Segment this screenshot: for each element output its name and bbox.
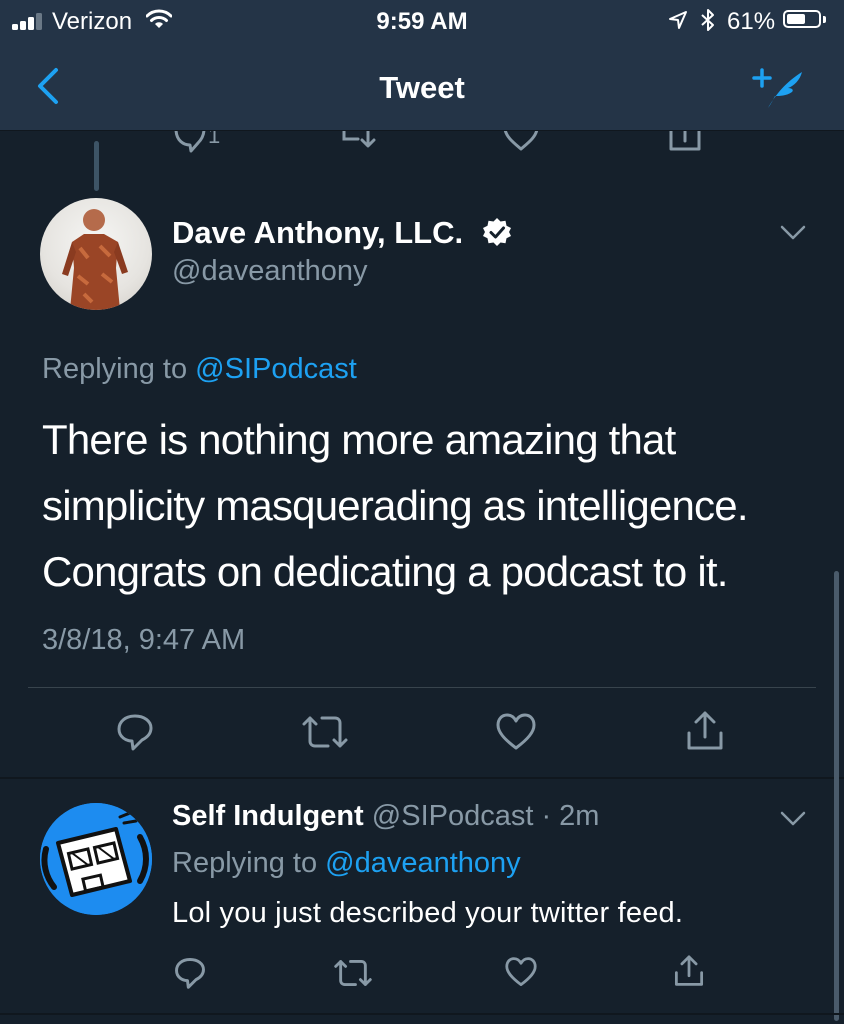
heart-icon [505,957,537,987]
page-title: Tweet [379,70,465,105]
chevron-down-icon [780,811,806,826]
reply-replying-to-line: Replying to @daveanthony [172,847,521,880]
retweet-icon [302,716,348,748]
battery-level [787,14,806,24]
chevron-down-icon [780,225,806,240]
replying-to-mention[interactable]: @SIPodcast [195,353,357,385]
prev-like-button[interactable] [503,131,539,151]
reply-retweet-button[interactable] [334,959,372,987]
location-icon [668,10,688,30]
reply-tweet-text: Lol you just described your twitter feed… [172,897,684,929]
tweet-timestamp: 3/8/18, 9:47 AM [42,624,246,656]
heart-icon [496,713,536,750]
battery-percent: 61% [727,8,776,35]
reply-options-button[interactable] [780,811,806,827]
tweet-text-line: There is nothing more amazing that [42,416,676,463]
reply-reply-button[interactable] [174,957,206,989]
author-handle[interactable]: @daveanthony [172,255,368,288]
reply-icon [117,714,153,751]
share-icon [674,955,704,986]
reply-button[interactable] [116,713,154,751]
compose-tweet-icon [752,68,802,108]
prev-retweet-button[interactable] [340,131,376,151]
reply-header: Self Indulgent @SIPodcast · 2m [172,800,599,833]
divider [28,687,816,688]
status-time: 9:59 AM [376,8,468,35]
bluetooth-icon [700,8,716,32]
replying-to-label: Replying to [42,353,188,385]
tweet-text-line: simplicity masquerading as intelligence. [42,482,748,529]
reply-share-button[interactable] [674,955,704,987]
compose-tweet-button[interactable] [748,64,810,114]
thread-connector-line [94,141,99,191]
share-icon [669,131,701,151]
avatar-image [62,209,128,310]
tweet-text-line: Congrats on dedicating a podcast to it. [42,548,728,595]
retweet-button[interactable] [302,715,348,749]
replying-to-label: Replying to [172,847,318,879]
section-divider [0,777,844,779]
prev-share-button[interactable] [668,131,702,153]
avatar[interactable] [40,198,152,310]
reply-icon [174,131,206,153]
share-button[interactable] [686,711,724,751]
reply-avatar[interactable] [40,803,152,915]
reply-author-handle[interactable]: @SIPodcast [372,800,534,832]
tweet-detail-content: 1 Dave Anthony, LLC. @daveanthony Replyi… [0,131,844,1024]
reply-time-ago: · 2m [541,800,600,832]
heart-icon [503,131,539,151]
tweet-options-button[interactable] [780,225,806,241]
prev-reply-button[interactable] [174,131,208,153]
like-button[interactable] [496,713,536,751]
author-display-name[interactable]: Dave Anthony, LLC. [172,215,463,251]
section-divider [0,1013,844,1015]
reply-icon [175,958,205,989]
reply-author-display-name[interactable]: Self Indulgent [172,800,364,832]
nav-bar: Tweet [0,44,844,131]
tweet-text: There is nothing more amazing that simpl… [42,407,822,605]
retweet-icon [342,131,376,148]
scrollbar[interactable] [834,571,839,1021]
retweet-icon [334,960,372,986]
replying-to-mention[interactable]: @daveanthony [325,847,521,879]
battery-nub [823,16,826,23]
status-bar: Verizon 9:59 AM 61% [0,0,844,44]
battery-icon [783,10,821,28]
reply-like-button[interactable] [505,957,537,987]
robot-logo-icon [40,803,152,915]
verified-badge-icon [482,217,512,247]
prev-reply-count: 1 [208,131,221,148]
share-icon [687,711,723,750]
replying-to-line: Replying to @SIPodcast [42,353,357,386]
